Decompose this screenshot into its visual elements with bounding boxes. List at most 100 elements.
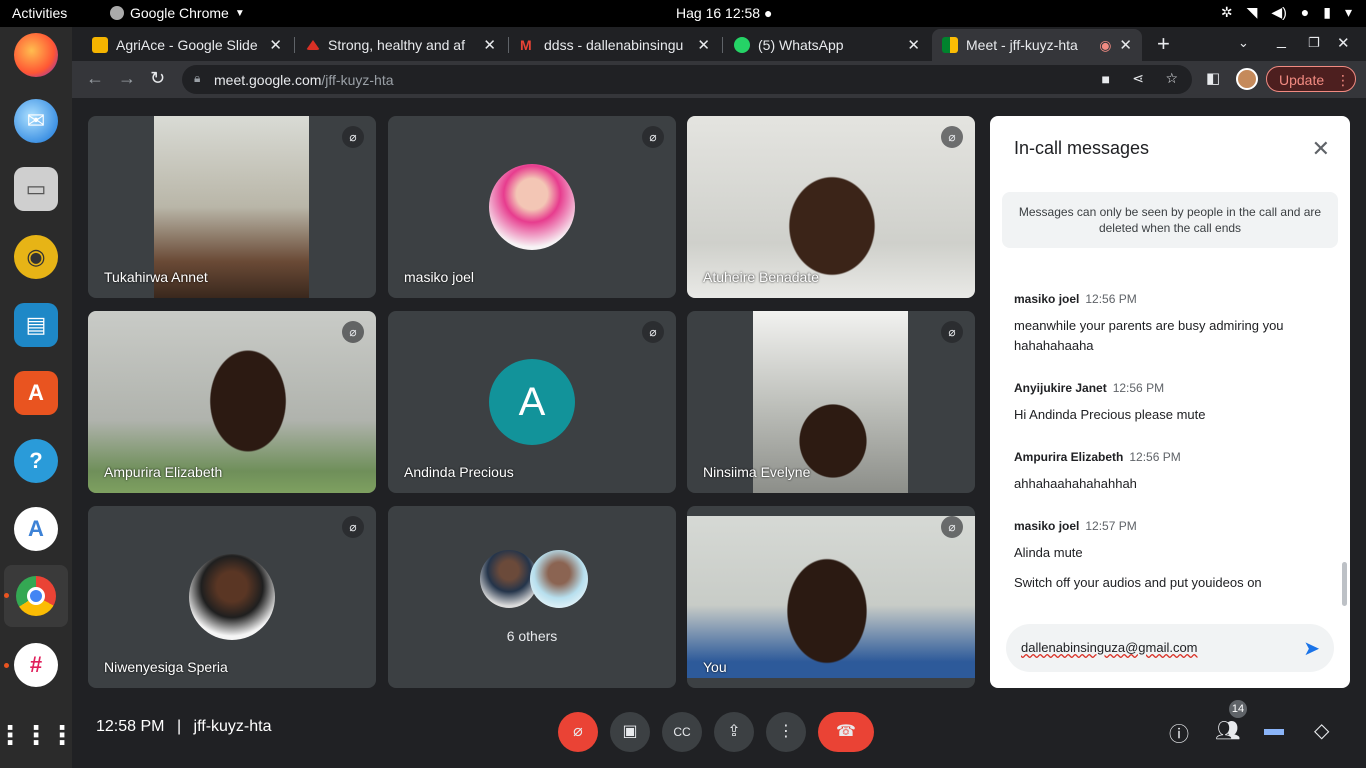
participant-name: Ninsiima Evelyne (703, 464, 811, 480)
info-divider: | (176, 718, 182, 735)
microphone-toggle-button[interactable]: ⌀ (558, 712, 598, 752)
maximize-icon[interactable]: ❐ (1308, 35, 1320, 51)
close-tab-icon[interactable]: ✕ (907, 36, 920, 54)
message-time: 12:56 PM (1112, 381, 1165, 395)
mic-off-icon: ⌀ (941, 126, 963, 148)
avatar (489, 164, 575, 250)
system-clock[interactable]: Hag 16 12:58 ● (676, 5, 772, 21)
present-screen-icon: ⇪ (727, 723, 741, 740)
message-sender: masiko joel (1014, 519, 1080, 533)
back-icon[interactable]: ← (86, 68, 104, 89)
tab-meet[interactable]: Meet - jff-kuyz-hta ◉ ✕ (932, 29, 1142, 61)
tab-divider (294, 37, 295, 53)
tab-strong-healthy[interactable]: Strong, healthy and af ✕ (296, 29, 506, 61)
close-tab-icon[interactable]: ✕ (1119, 36, 1132, 54)
system-tray[interactable]: ✲ ◥ ◀) ● ▮ ▾ (1221, 4, 1352, 21)
tab-gmail[interactable]: M ddss - dallenabinsingu ✕ (510, 29, 720, 61)
meeting-details-icon[interactable]: ⓘ (1169, 718, 1189, 747)
new-tab-icon[interactable]: + (1157, 31, 1170, 57)
android-studio-icon[interactable]: A (14, 507, 58, 551)
participant-name: Atuheire Benadate (703, 269, 819, 285)
participant-tile[interactable]: ⌀ Niwenyesiga Speria (88, 506, 376, 688)
mic-off-icon: ⌀ (941, 516, 963, 538)
participant-tile[interactable]: ⌀ Atuheire Benadate (687, 116, 975, 298)
notification-dot-icon: ● (763, 5, 773, 21)
chat-icon[interactable]: ▬ (1264, 718, 1284, 741)
leave-call-button[interactable]: ☎ (818, 712, 874, 752)
participant-tile[interactable]: A ⌀ Andinda Precious (388, 311, 676, 493)
tab-agriace[interactable]: AgriAce - Google Slide ✕ (82, 29, 292, 61)
message-sender: masiko joel (1014, 292, 1080, 306)
meeting-code: jff-kuyz-hta (193, 718, 272, 735)
side-panel-icon[interactable]: ◧ (1206, 69, 1220, 87)
clock-label: Hag 16 12:58 (676, 5, 761, 21)
tab-label: Meet - jff-kuyz-hta (966, 37, 1078, 53)
message-sender: Anyijukire Janet (1014, 381, 1107, 395)
participant-tile[interactable]: ⌀ Ninsiima Evelyne (687, 311, 975, 493)
libreoffice-writer-icon[interactable]: ▤ (14, 303, 58, 347)
slack-tray-icon[interactable]: ✲ (1221, 4, 1233, 21)
people-icon[interactable]: 👥︎ (1215, 718, 1240, 743)
chat-message: Anyijukire Janet 12:56 PM Hi Andinda Prec… (1014, 379, 1324, 425)
update-label: Update (1279, 72, 1325, 88)
bookmark-star-icon[interactable]: ☆ (1165, 70, 1178, 87)
participant-tile[interactable]: ⌀ Ampurira Elizabeth (88, 311, 376, 493)
meeting-time: 12:58 PM (96, 718, 165, 735)
minimize-icon[interactable]: _ (1277, 32, 1286, 50)
reload-icon[interactable]: ↻ (150, 68, 165, 89)
forward-icon[interactable]: → (118, 68, 136, 89)
thunderbird-icon[interactable]: ✉ (14, 99, 58, 143)
present-button[interactable]: ⇪ (714, 712, 754, 752)
self-tile[interactable]: ⌀ You (687, 506, 975, 688)
profile-avatar[interactable] (1236, 68, 1258, 90)
rhythmbox-icon[interactable]: ◉ (14, 235, 58, 279)
address-bar[interactable]: 🔒︎ meet.google.com/jff-kuyz-hta ■ ⋖ ☆ (182, 65, 1192, 94)
close-icon[interactable]: ✕ (1312, 136, 1330, 162)
avatar: A (489, 359, 575, 445)
participant-name: masiko joel (404, 269, 475, 285)
send-icon[interactable]: ➤ (1303, 636, 1320, 661)
camera-toggle-button[interactable]: ▣ (610, 712, 650, 752)
others-tile[interactable]: 6 others (388, 506, 676, 688)
participant-tile[interactable]: ⌀ Tukahirwa Annet (88, 116, 376, 298)
more-options-button[interactable]: ⋮ (766, 712, 806, 752)
update-button[interactable]: Update ⋮ (1266, 66, 1356, 92)
captions-button[interactable]: CC (662, 712, 702, 752)
close-tab-icon[interactable]: ✕ (269, 36, 282, 54)
scrollbar[interactable] (1342, 562, 1347, 606)
mic-off-icon: ⌀ (941, 321, 963, 343)
message-time: 12:57 PM (1085, 519, 1137, 533)
avatar (189, 554, 275, 640)
chrome-dock-icon[interactable] (4, 565, 68, 627)
chat-message: masiko joel 12:57 PM Alinda mute Switch o… (1014, 517, 1324, 593)
camera-in-use-icon[interactable]: ■ (1102, 71, 1110, 87)
files-icon[interactable]: ▭ (14, 167, 58, 211)
help-icon[interactable]: ? (14, 439, 58, 483)
firefox-icon[interactable] (14, 33, 58, 77)
slack-icon[interactable]: # (14, 643, 58, 687)
show-apps-icon[interactable]: ⋮⋮⋮ (0, 713, 75, 757)
app-dock: ✉ ▭ ◉ ▤ A ? A # ⋮⋮⋮ (0, 27, 75, 768)
participant-name: Tukahirwa Annet (104, 269, 208, 285)
whatsapp-icon (734, 37, 750, 53)
activities-icon[interactable]: ◇ (1314, 718, 1329, 743)
message-text: ahhahaahahahahhah (1014, 476, 1137, 491)
close-window-icon[interactable]: ✕ (1337, 34, 1350, 52)
share-icon[interactable]: ⋖ (1132, 70, 1144, 87)
message-text: Alinda mute (1014, 545, 1083, 560)
software-center-icon[interactable]: A (14, 371, 58, 415)
power-menu-icon[interactable]: ▾ (1345, 4, 1352, 21)
tab-divider (508, 37, 509, 53)
participant-name: Niwenyesiga Speria (104, 659, 228, 675)
participant-tile[interactable]: ⌀ masiko joel (388, 116, 676, 298)
mic-off-icon: ⌀ (342, 126, 364, 148)
running-indicator (4, 593, 9, 598)
activities-button[interactable]: Activities (12, 5, 67, 21)
tab-search-icon[interactable]: ⌄ (1238, 35, 1249, 51)
close-tab-icon[interactable]: ✕ (483, 36, 496, 54)
message-input[interactable]: dallenabinsinguza@gmail.com ➤ (1006, 624, 1334, 672)
close-tab-icon[interactable]: ✕ (697, 36, 710, 54)
app-menu[interactable]: Google Chrome ▼ (110, 5, 245, 21)
tab-whatsapp[interactable]: (5) WhatsApp ✕ (724, 29, 930, 61)
message-input-text: dallenabinsinguza@gmail.com (1021, 640, 1198, 655)
